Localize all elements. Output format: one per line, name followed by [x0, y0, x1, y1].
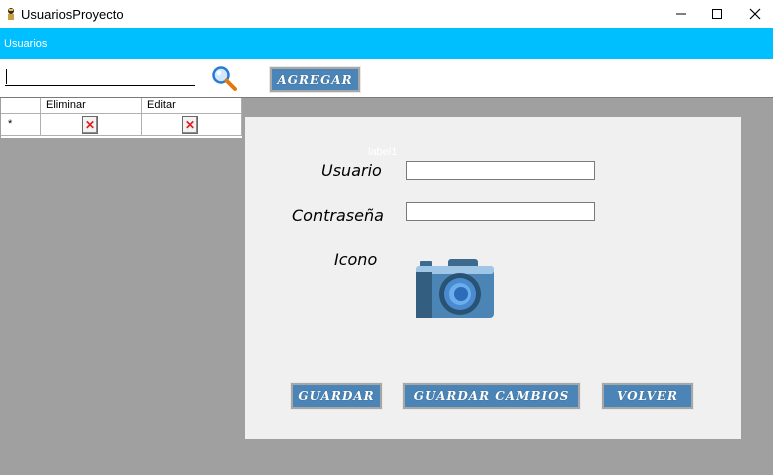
icono-label: Icono — [334, 250, 378, 269]
minimize-icon — [675, 13, 686, 15]
contrasena-label: Contraseña — [292, 206, 384, 225]
close-button[interactable] — [736, 0, 773, 28]
usuario-field[interactable] — [406, 161, 595, 180]
guardar-cambios-button[interactable]: Guardar Cambios — [402, 382, 581, 410]
grid-cell-eliminar[interactable]: ✕ — [41, 114, 142, 136]
maximize-icon — [711, 9, 722, 19]
minimize-button[interactable] — [662, 0, 699, 28]
maximize-button[interactable] — [698, 0, 735, 28]
search-input[interactable] — [5, 67, 195, 86]
hidden-label: label1 — [368, 146, 398, 158]
contrasena-field[interactable] — [406, 202, 595, 221]
toolbar: Agregar — [0, 59, 775, 97]
delete-x-icon[interactable]: ✕ — [182, 116, 198, 134]
title-bar: UsuariosProyecto — [0, 0, 775, 28]
search-icon[interactable] — [210, 64, 238, 92]
header-label: Usuarios — [4, 38, 48, 50]
header-bar: Usuarios — [0, 28, 773, 59]
guardar-button[interactable]: Guardar — [290, 382, 383, 410]
delete-x-icon[interactable]: ✕ — [82, 116, 98, 134]
grid-column-editar[interactable]: Editar — [142, 98, 242, 114]
app-icon — [8, 8, 14, 20]
window-title: UsuariosProyecto — [21, 7, 124, 22]
usuario-label: Usuario — [321, 161, 382, 180]
text-caret — [6, 69, 7, 84]
volver-button[interactable]: Volver — [601, 382, 694, 410]
close-icon — [749, 8, 760, 20]
grid-row-header[interactable]: * — [1, 114, 41, 136]
add-button[interactable]: Agregar — [269, 66, 361, 93]
camera-icon[interactable] — [414, 258, 496, 320]
new-row-marker: * — [8, 118, 13, 130]
grid-cell-editar[interactable]: ✕ — [142, 114, 242, 136]
grid-row-header-column — [1, 98, 41, 114]
grid-column-eliminar[interactable]: Eliminar — [41, 98, 142, 114]
users-grid[interactable]: Eliminar Editar * ✕ ✕ — [1, 98, 242, 138]
